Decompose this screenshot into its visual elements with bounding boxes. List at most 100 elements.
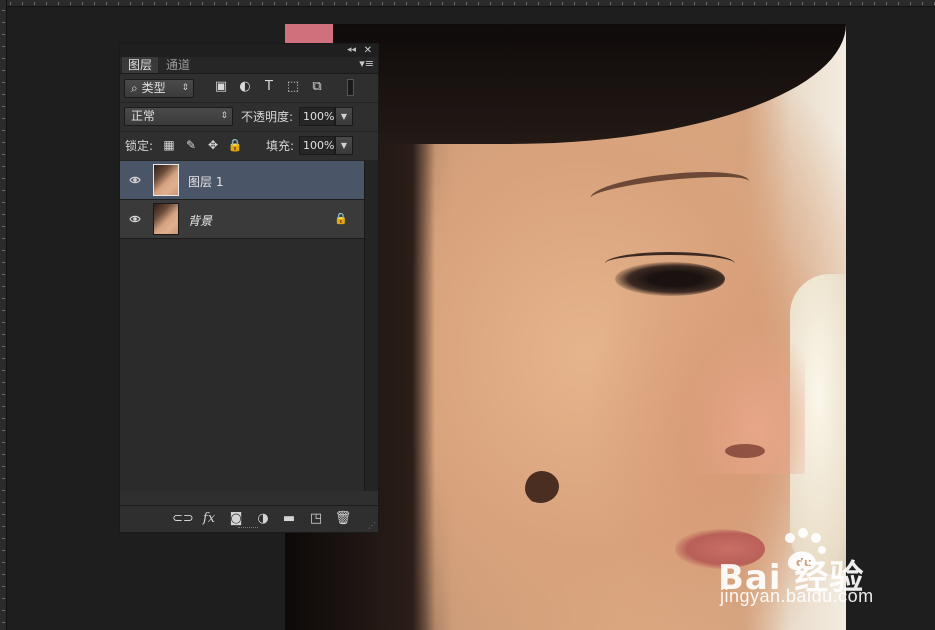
new-adjustment-icon[interactable]: ◑ [254,511,272,527]
layer-name[interactable]: 背景 [188,212,212,229]
select-arrows-icon: ⇕ [181,83,189,93]
ruler-tick [778,2,779,5]
ruler-tick [502,2,503,5]
ruler-tick [2,478,5,479]
opacity-label: 不透明度: [241,110,294,124]
ruler-tick [298,2,299,5]
lock-image-icon[interactable]: ✎ [183,137,199,153]
close-panel-icon[interactable]: ✕ [364,44,372,57]
search-icon: ⌕ [131,81,138,95]
ruler-tick [2,574,5,575]
ruler-tick [622,2,623,5]
tab-layers[interactable]: 图层 [122,57,159,73]
panel-titlebar[interactable]: ◂◂ ✕ [120,44,378,57]
smart-object-filter-icon[interactable]: ⧉ [309,79,325,95]
ruler-tick [2,334,5,335]
ruler-tick [106,2,107,5]
ruler-tick [418,2,419,5]
ruler-tick [2,298,5,299]
ruler-tick [2,514,5,515]
photo-eye [615,262,725,296]
ruler-tick [2,442,5,443]
ruler-tick [2,238,5,239]
baidu-jingyan-watermark: du Bai 经验 jingyan.baidu.com [718,528,918,618]
ruler-tick [766,2,767,5]
ruler-tick [2,190,5,191]
shape-filter-icon[interactable]: ⬚ [285,79,301,95]
ruler-tick [2,466,5,467]
lock-position-icon[interactable]: ✥ [205,137,221,153]
fill-input[interactable]: 100% [299,136,335,155]
ruler-tick [2,430,5,431]
layer-row-background[interactable]: 背景 🔒 [120,200,364,239]
add-mask-icon[interactable]: ◙ [227,511,245,527]
tab-channels[interactable]: 通道 [160,57,196,73]
layer-lock-icon: 🔒 [334,212,348,225]
layer-thumbnail[interactable] [153,164,179,196]
ruler-tick [142,2,143,5]
ruler-tick [2,586,5,587]
ruler-tick [898,2,899,5]
ruler-tick [262,2,263,5]
visibility-eye-icon[interactable] [129,213,141,225]
ruler-tick [2,214,5,215]
ruler-tick [226,2,227,5]
ruler-tick [82,2,83,5]
ruler-tick [2,10,5,11]
ruler-tick [382,2,383,5]
corner-resize-icon[interactable]: ⋰ [368,521,376,530]
fx-icon[interactable]: fx [200,511,218,527]
opacity-dropdown-button[interactable]: ▼ [335,107,353,126]
ruler-tick [922,2,923,5]
ruler-tick [2,562,5,563]
panel-menu-icon[interactable]: ▾≡ [359,57,374,71]
layer-row-layer-1[interactable]: 图层 1 [120,161,364,200]
ruler-tick [550,2,551,5]
blend-row: 正常 ⇕ 不透明度: 100% ▼ [120,103,378,132]
fill-dropdown-button[interactable]: ▼ [335,136,353,155]
ruler-tick [214,2,215,5]
type-filter-icon[interactable]: T [261,79,277,95]
ruler-tick [442,2,443,5]
ruler-tick [34,2,35,5]
collapse-panel-icon[interactable]: ◂◂ [347,44,356,57]
filter-kind-select[interactable]: ⌕ 类型 ⇕ [124,79,194,98]
ruler-tick [406,2,407,5]
new-layer-icon[interactable]: ◳ [307,511,325,527]
filter-toggle-switch[interactable] [347,79,354,96]
ruler-tick [694,2,695,5]
ruler-tick [2,166,5,167]
ruler-tick [874,2,875,5]
adjustment-filter-icon[interactable]: ◐ [237,79,253,95]
ruler-tick [2,142,5,143]
layer-name[interactable]: 图层 1 [188,173,223,190]
ruler-tick [2,202,5,203]
ruler-tick [670,2,671,5]
ruler-tick [634,2,635,5]
ruler-tick [2,94,5,95]
blend-mode-select[interactable]: 正常 ⇕ [124,107,233,126]
ruler-tick [178,2,179,5]
image-filter-icon[interactable]: ▣ [213,79,229,95]
layers-scrollbar[interactable] [364,161,378,491]
ruler-tick [22,2,23,5]
ruler-tick [310,2,311,5]
ruler-tick [2,370,5,371]
new-group-icon[interactable]: ▬ [280,511,298,527]
ruler-tick [538,2,539,5]
link-layers-icon[interactable]: ⊂⊃ [172,511,194,527]
ruler-top [0,0,935,7]
lock-all-icon[interactable]: 🔒 [227,137,243,153]
layer-thumbnail[interactable] [153,203,179,235]
lock-row: 锁定: ▦ ✎ ✥ 🔒 填充: 100% ▼ [120,132,378,161]
visibility-eye-icon[interactable] [129,174,141,186]
delete-layer-icon[interactable]: 🗑 [334,511,352,527]
ruler-tick [118,2,119,5]
ruler-tick [886,2,887,5]
panel-resize-grip[interactable] [238,527,258,531]
ruler-tick [514,2,515,5]
ruler-tick [2,178,5,179]
ruler-tick [346,2,347,5]
lock-transparent-icon[interactable]: ▦ [161,137,177,153]
opacity-input[interactable]: 100% [299,107,335,126]
